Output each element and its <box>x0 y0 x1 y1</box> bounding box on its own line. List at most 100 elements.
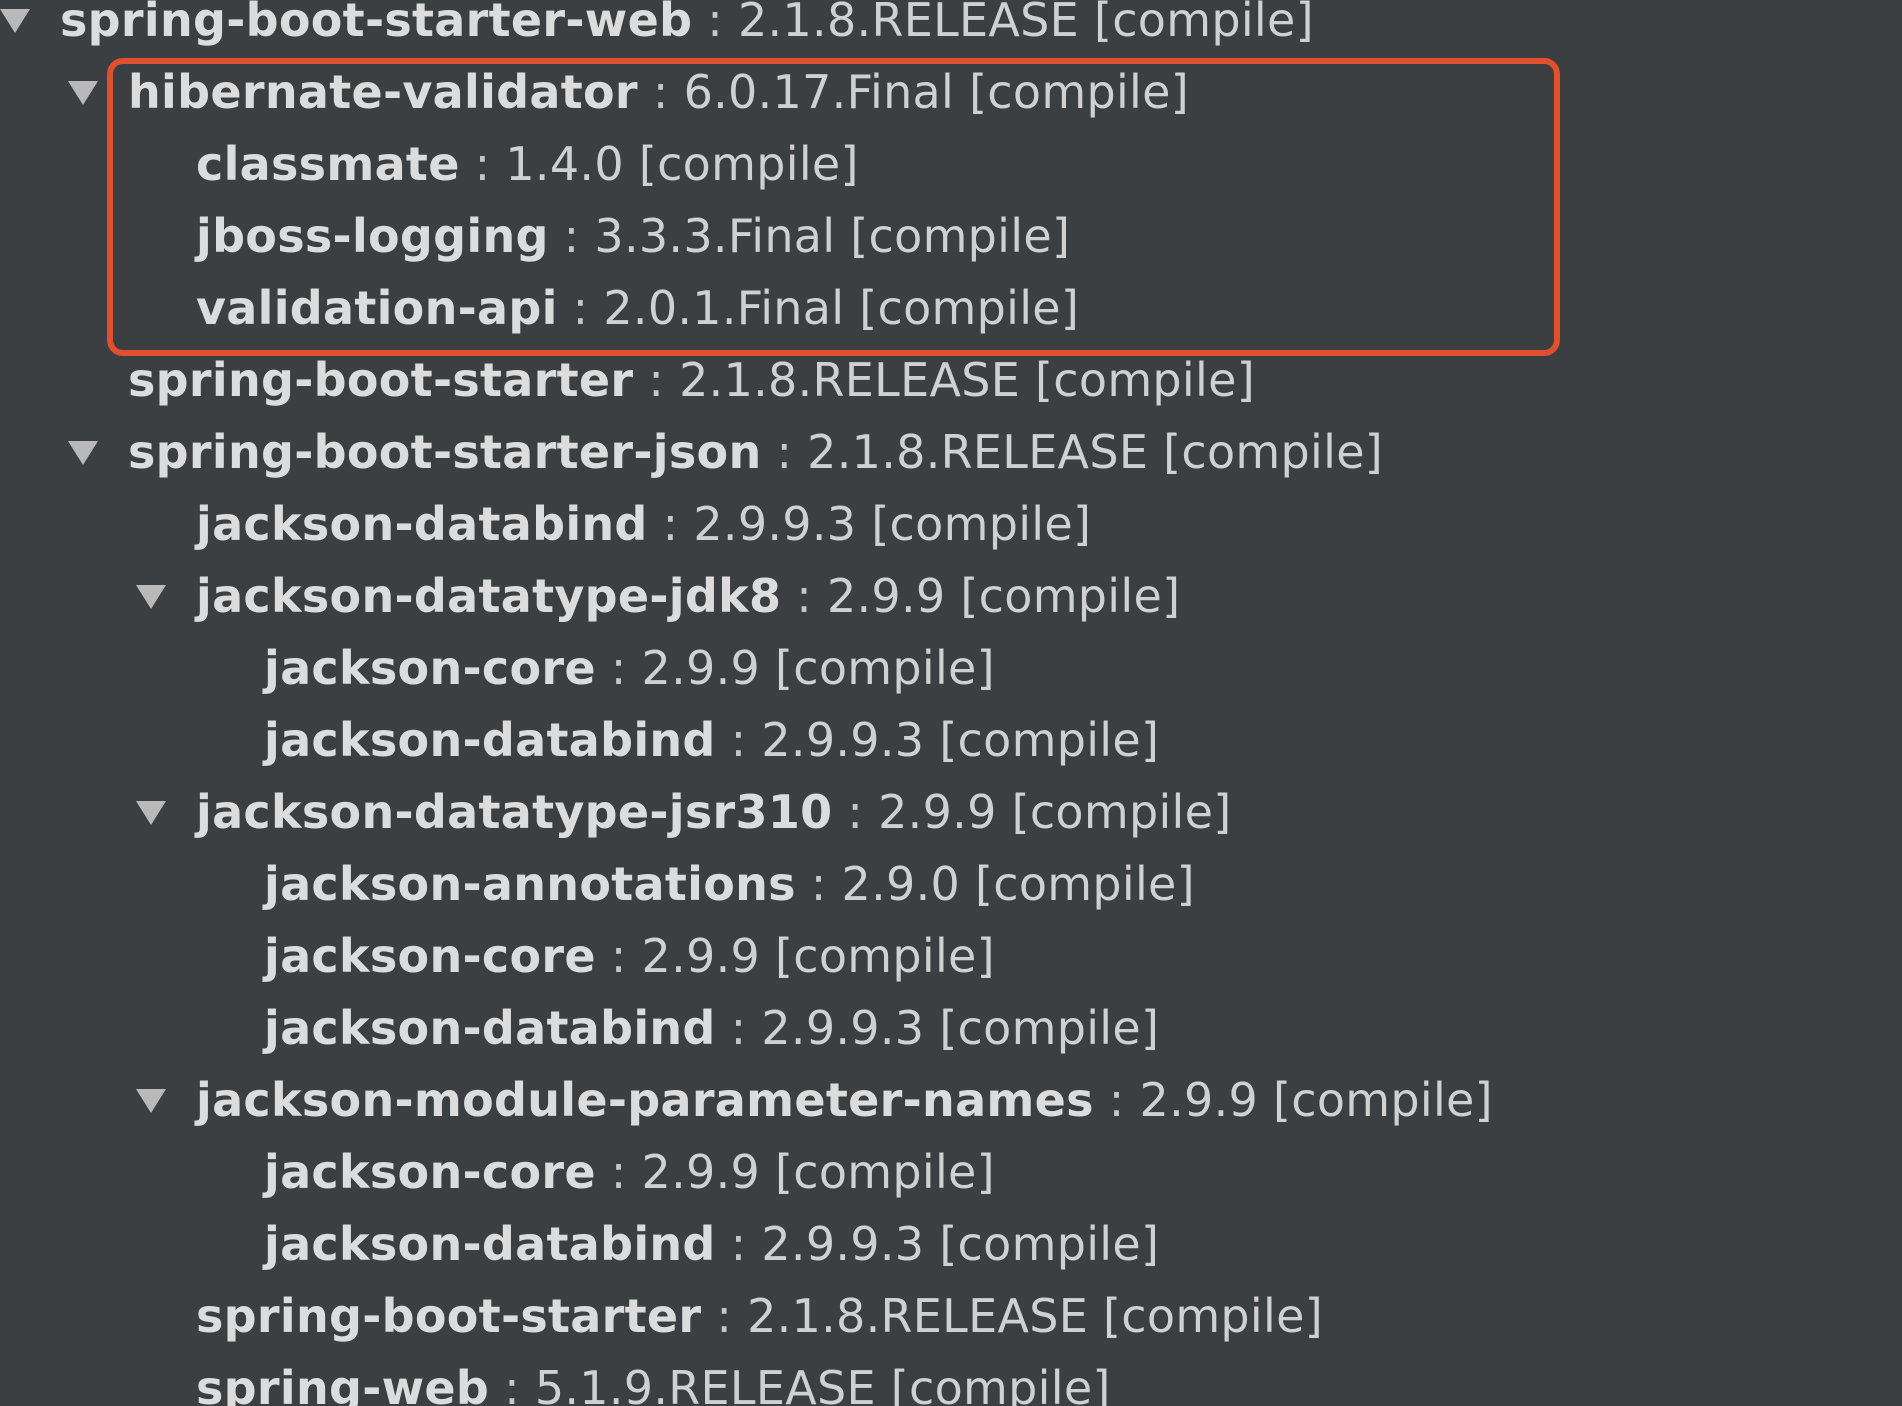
tree-row[interactable]: spring-web : 5.1.9.RELEASE [compile] <box>0 1352 1902 1406</box>
artifact-scope: [compile] <box>775 1145 995 1199</box>
artifact-version: 2.9.9 <box>641 929 761 983</box>
tree-row[interactable]: jackson-databind : 2.9.9.3 [compile] <box>0 992 1902 1064</box>
dependency-label: classmate : 1.4.0 [compile] <box>196 128 859 200</box>
tree-row[interactable]: jackson-datatype-jsr310 : 2.9.9 [compile… <box>0 776 1902 848</box>
artifact-scope: [compile] <box>1103 1289 1323 1343</box>
separator: : <box>701 1289 748 1343</box>
artifact-scope: [compile] <box>939 1217 1160 1271</box>
separator: : <box>1093 1073 1140 1127</box>
artifact-version: 2.1.8.RELEASE <box>737 0 1080 47</box>
artifact-version: 5.1.9.RELEASE <box>534 1361 876 1406</box>
tree-row[interactable]: jackson-databind : 2.9.9.3 [compile] <box>0 488 1902 560</box>
dependency-label: jboss-logging : 3.3.3.Final [compile] <box>196 200 1070 272</box>
dependency-label: jackson-module-parameter-names : 2.9.9 [… <box>196 1064 1493 1136</box>
separator: : <box>595 929 642 983</box>
separator: : <box>692 0 738 47</box>
artifact-version: 2.9.9.3 <box>761 1001 925 1055</box>
separator: : <box>832 785 879 839</box>
artifact-name: spring-boot-starter <box>128 353 634 407</box>
dependency-label: spring-boot-starter-json : 2.1.8.RELEASE… <box>128 416 1383 488</box>
artifact-version: 2.0.1.Final <box>603 281 845 335</box>
artifact-scope: [compile] <box>975 857 1195 911</box>
separator: : <box>715 1001 762 1055</box>
dependency-label: jackson-datatype-jdk8 : 2.9.9 [compile] <box>196 560 1180 632</box>
artifact-name: validation-api <box>196 281 558 335</box>
tree-row[interactable]: jackson-databind : 2.9.9.3 [compile] <box>0 704 1902 776</box>
separator: : <box>459 137 506 191</box>
artifact-version: 2.9.9.3 <box>693 497 857 551</box>
tree-row[interactable]: spring-boot-starter-json : 2.1.8.RELEASE… <box>0 416 1902 488</box>
expand-toggle-icon[interactable] <box>62 416 102 488</box>
artifact-name: hibernate-validator <box>128 65 638 119</box>
tree-row[interactable]: jackson-module-parameter-names : 2.9.9 [… <box>0 1064 1902 1136</box>
artifact-name: spring-boot-starter-json <box>128 425 762 479</box>
tree-row[interactable]: classmate : 1.4.0 [compile] <box>0 128 1902 200</box>
tree-row[interactable]: jackson-databind : 2.9.9.3 [compile] <box>0 1208 1902 1280</box>
artifact-name: spring-boot-starter-web <box>60 0 693 47</box>
artifact-version: 2.9.0 <box>841 857 961 911</box>
artifact-scope: [compile] <box>890 1361 1111 1406</box>
tree-row[interactable]: jackson-datatype-jdk8 : 2.9.9 [compile] <box>0 560 1902 632</box>
artifact-scope: [compile] <box>939 713 1160 767</box>
tree-row[interactable]: jackson-core : 2.9.9 [compile] <box>0 920 1902 992</box>
artifact-version: 2.9.9.3 <box>761 1217 925 1271</box>
artifact-version: 3.3.3.Final <box>594 209 836 263</box>
tree-row[interactable]: jackson-core : 2.9.9 [compile] <box>0 632 1902 704</box>
dependency-tree[interactable]: spring-boot-starter-web : 2.1.8.RELEASE … <box>0 0 1902 1406</box>
artifact-name: jackson-core <box>264 1145 596 1199</box>
tree-row[interactable]: jackson-core : 2.9.9 [compile] <box>0 1136 1902 1208</box>
tree-row[interactable]: spring-boot-starter : 2.1.8.RELEASE [com… <box>0 344 1902 416</box>
dependency-label: spring-web : 5.1.9.RELEASE [compile] <box>196 1352 1111 1406</box>
tree-row[interactable]: validation-api : 2.0.1.Final [compile] <box>0 272 1902 344</box>
expand-toggle-icon[interactable] <box>130 776 170 848</box>
artifact-scope: [compile] <box>850 209 1071 263</box>
artifact-name: jackson-annotations <box>264 857 796 911</box>
dependency-label: jackson-databind : 2.9.9.3 [compile] <box>264 1208 1159 1280</box>
separator: : <box>548 209 595 263</box>
artifact-scope: [compile] <box>638 137 859 191</box>
artifact-name: jackson-databind <box>264 713 716 767</box>
artifact-version: 2.9.9 <box>878 785 997 839</box>
tree-row[interactable]: jboss-logging : 3.3.3.Final [compile] <box>0 200 1902 272</box>
artifact-name: jackson-databind <box>196 497 648 551</box>
artifact-version: 2.1.8.RELEASE <box>679 353 1021 407</box>
tree-row[interactable]: spring-boot-starter-web : 2.1.8.RELEASE … <box>0 0 1902 56</box>
expand-toggle-icon[interactable] <box>130 560 170 632</box>
separator: : <box>633 353 680 407</box>
artifact-name: jackson-databind <box>264 1217 716 1271</box>
artifact-scope: [compile] <box>1163 425 1384 479</box>
expand-toggle-icon[interactable] <box>0 0 34 56</box>
artifact-name: spring-web <box>196 1361 490 1406</box>
separator: : <box>557 281 604 335</box>
separator: : <box>761 425 808 479</box>
artifact-name: classmate <box>196 137 460 191</box>
artifact-scope: [compile] <box>859 281 1080 335</box>
artifact-scope: [compile] <box>1093 0 1314 47</box>
artifact-scope: [compile] <box>871 497 1092 551</box>
artifact-name: jackson-module-parameter-names <box>196 1073 1094 1127</box>
artifact-version: 2.9.9 <box>826 569 946 623</box>
artifact-version: 2.9.9 <box>641 1145 761 1199</box>
artifact-name: jboss-logging <box>196 209 549 263</box>
artifact-name: jackson-databind <box>264 1001 716 1055</box>
separator: : <box>647 497 694 551</box>
artifact-version: 2.1.8.RELEASE <box>807 425 1149 479</box>
tree-row[interactable]: jackson-annotations : 2.9.0 [compile] <box>0 848 1902 920</box>
dependency-label: hibernate-validator : 6.0.17.Final [comp… <box>128 56 1189 128</box>
artifact-scope: [compile] <box>775 641 995 695</box>
separator: : <box>595 1145 642 1199</box>
separator: : <box>715 1217 762 1271</box>
expand-toggle-icon[interactable] <box>130 1064 170 1136</box>
dependency-label: spring-boot-starter-web : 2.1.8.RELEASE … <box>60 0 1314 56</box>
artifact-version: 1.4.0 <box>505 137 624 191</box>
separator: : <box>637 65 684 119</box>
artifact-scope: [compile] <box>775 929 995 983</box>
dependency-label: jackson-databind : 2.9.9.3 [compile] <box>264 704 1159 776</box>
dependency-label: spring-boot-starter : 2.1.8.RELEASE [com… <box>128 344 1255 416</box>
artifact-scope: [compile] <box>939 1001 1160 1055</box>
separator: : <box>781 569 827 623</box>
tree-row[interactable]: spring-boot-starter : 2.1.8.RELEASE [com… <box>0 1280 1902 1352</box>
artifact-scope: [compile] <box>1035 353 1255 407</box>
tree-row[interactable]: hibernate-validator : 6.0.17.Final [comp… <box>0 56 1902 128</box>
expand-toggle-icon[interactable] <box>62 56 102 128</box>
